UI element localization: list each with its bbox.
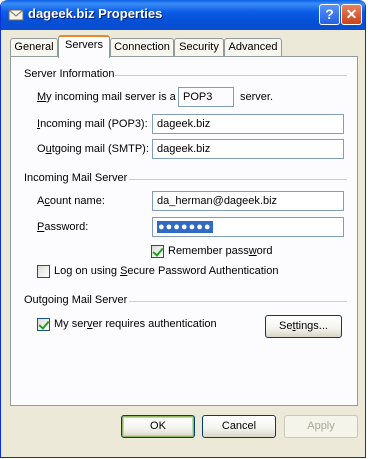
- incoming-type-label: My incoming mail server is a: [37, 91, 176, 103]
- cancel-button[interactable]: Cancel: [202, 415, 276, 438]
- tab-advanced[interactable]: Advanced: [224, 38, 282, 57]
- window-title: dageek.biz Properties: [28, 6, 163, 21]
- account-name-input[interactable]: da_herman@dageek.biz: [152, 191, 344, 211]
- server-type-field: POP3: [178, 87, 234, 107]
- group-divider: [129, 179, 347, 180]
- group-divider: [129, 301, 347, 302]
- password-input[interactable]: ●●●●●●●: [152, 217, 344, 237]
- help-button[interactable]: ?: [319, 4, 340, 25]
- spa-checkbox[interactable]: [37, 265, 50, 278]
- tab-security[interactable]: Security: [174, 38, 224, 57]
- spa-label: Log on using Secure Password Authenticat…: [54, 265, 279, 277]
- ok-button[interactable]: OK: [121, 415, 195, 438]
- password-label: Password:: [37, 221, 89, 233]
- incoming-mail-label: Incoming mail (POP3):: [37, 118, 148, 130]
- tab-connection[interactable]: Connection: [110, 38, 174, 57]
- requires-auth-label: My server requires authentication: [54, 318, 217, 330]
- account-name-label: Acount name:: [37, 195, 105, 207]
- group-divider: [115, 75, 347, 76]
- outgoing-mail-input[interactable]: dageek.biz: [152, 139, 344, 159]
- tab-general[interactable]: General: [10, 38, 58, 57]
- close-button[interactable]: ✕: [341, 4, 362, 25]
- remember-password-checkbox[interactable]: [151, 245, 164, 258]
- properties-dialog: dageek.biz Properties ? ✕ General Server…: [0, 0, 366, 458]
- mail-account-icon: [8, 9, 24, 21]
- outgoing-server-heading: Outgoing Mail Server: [24, 294, 128, 306]
- incoming-type-suffix: server.: [240, 91, 274, 103]
- outgoing-mail-label: Outgoing mail (SMTP):: [37, 143, 149, 155]
- servers-panel: Server Information My incoming mail serv…: [10, 56, 358, 406]
- server-info-heading: Server Information: [24, 68, 115, 80]
- apply-button[interactable]: Apply: [284, 415, 358, 438]
- tab-servers[interactable]: Servers: [58, 35, 110, 58]
- incoming-server-heading: Incoming Mail Server: [24, 172, 128, 184]
- requires-auth-checkbox[interactable]: [37, 318, 50, 331]
- incoming-mail-input[interactable]: dageek.biz: [152, 114, 344, 134]
- title-bar[interactable]: dageek.biz Properties ? ✕: [1, 0, 365, 30]
- remember-password-label: Remember password: [168, 245, 273, 257]
- settings-button[interactable]: Settings...: [265, 315, 342, 338]
